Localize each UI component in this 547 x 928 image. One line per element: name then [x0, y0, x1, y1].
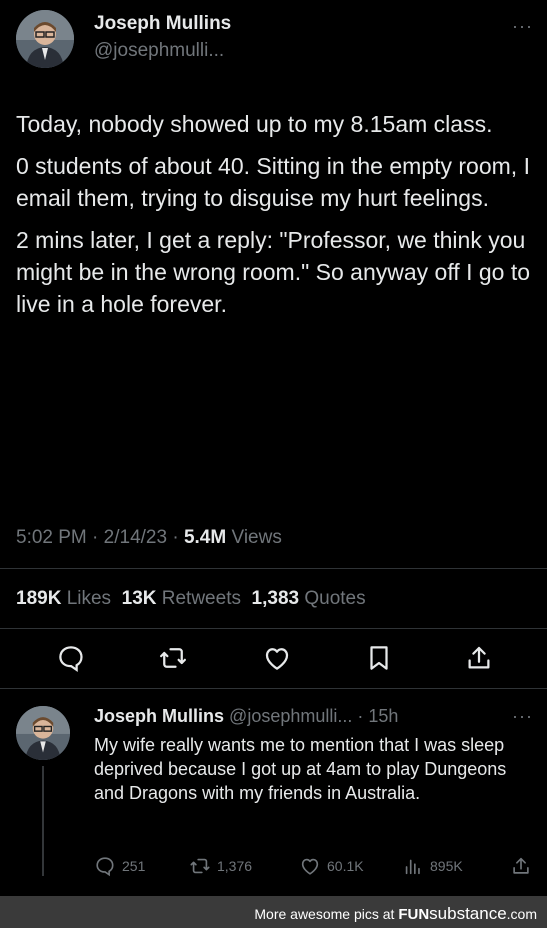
- reply-body: My wife really wants me to mention that …: [94, 735, 507, 803]
- tweet-stats: 189K Likes 13K Retweets 1,383 Quotes: [16, 588, 366, 610]
- reply-header: Joseph Mullins @josephmulli... · 15h: [94, 706, 398, 727]
- tweet-paragraph-2: 0 students of about 40. Sitting in the e…: [16, 153, 530, 211]
- retweets-count: 13K: [121, 588, 157, 609]
- share-icon: [513, 857, 529, 874]
- reply-icon: [96, 857, 114, 877]
- reply-more-options-button[interactable]: ···: [512, 706, 533, 727]
- like-count: 60.1K: [327, 858, 364, 874]
- footer-brand-rest: substance: [429, 904, 507, 923]
- footer-prefix: More awesome pics at: [254, 906, 399, 922]
- reply-author-avatar[interactable]: [16, 706, 70, 760]
- likes-label: Likes: [66, 588, 112, 609]
- views-count: 895K: [430, 858, 463, 874]
- divider: [0, 688, 547, 689]
- meta-separator: ·: [172, 527, 179, 548]
- quotes-label: Quotes: [304, 588, 366, 609]
- retweet-icon: [190, 858, 210, 874]
- like-icon: [301, 858, 319, 875]
- views-icon: [405, 859, 420, 875]
- footer-brand-fun: FUN: [398, 906, 430, 923]
- tweet-meta: 5:02 PM · 2/14/23 · 5.4M Views: [16, 527, 282, 549]
- meta-separator: ·: [92, 527, 99, 548]
- footer-banner[interactable]: More awesome pics at FUNsubstance.com: [0, 896, 547, 928]
- bookmark-icon[interactable]: [364, 643, 394, 673]
- divider: [0, 628, 547, 629]
- reply-views-button[interactable]: 895K: [402, 855, 463, 877]
- tweet-time[interactable]: 5:02 PM: [16, 527, 87, 548]
- reply-actions: 251 1,376 60.1K 895K: [94, 855, 534, 881]
- tweet-paragraph-3: 2 mins later, I get a reply: "Professor,…: [16, 227, 531, 317]
- retweets-stat[interactable]: 13K Retweets: [122, 588, 241, 609]
- tweet-body: Today, nobody showed up to my 8.15am cla…: [16, 108, 531, 330]
- reply-share-button[interactable]: [510, 855, 532, 882]
- author-handle[interactable]: @josephmulli...: [94, 40, 224, 62]
- views-label: Views: [231, 527, 282, 548]
- divider: [0, 568, 547, 569]
- footer-brand-suffix: .com: [506, 906, 537, 922]
- tweet-date[interactable]: 2/14/23: [104, 527, 167, 548]
- reply-retweet-button[interactable]: 1,376: [189, 855, 252, 877]
- retweet-icon[interactable]: [158, 643, 188, 673]
- reply-icon[interactable]: [56, 643, 86, 673]
- reply-reply-button[interactable]: 251: [94, 855, 145, 877]
- retweets-label: Retweets: [161, 588, 241, 609]
- reply-like-button[interactable]: 60.1K: [299, 855, 364, 877]
- quotes-count: 1,383: [251, 588, 300, 609]
- reply-author-name[interactable]: Joseph Mullins: [94, 706, 224, 726]
- author-name[interactable]: Joseph Mullins: [94, 13, 231, 35]
- reply-age[interactable]: · 15h: [357, 706, 398, 726]
- reply-count: 251: [122, 858, 146, 874]
- likes-stat[interactable]: 189K Likes: [16, 588, 111, 609]
- likes-count: 189K: [16, 588, 62, 609]
- views-count: 5.4M: [183, 527, 227, 548]
- more-options-button[interactable]: ···: [512, 16, 533, 37]
- tweet-paragraph-1: Today, nobody showed up to my 8.15am cla…: [16, 111, 493, 137]
- reply-author-handle[interactable]: @josephmulli...: [229, 706, 352, 726]
- author-avatar[interactable]: [16, 10, 74, 68]
- thread-line: [42, 766, 44, 876]
- quotes-stat[interactable]: 1,383 Quotes: [252, 588, 366, 609]
- retweet-count: 1,376: [217, 858, 253, 874]
- footer-text: More awesome pics at FUNsubstance.com: [254, 904, 537, 924]
- like-icon[interactable]: [262, 643, 292, 673]
- share-icon[interactable]: [464, 643, 494, 673]
